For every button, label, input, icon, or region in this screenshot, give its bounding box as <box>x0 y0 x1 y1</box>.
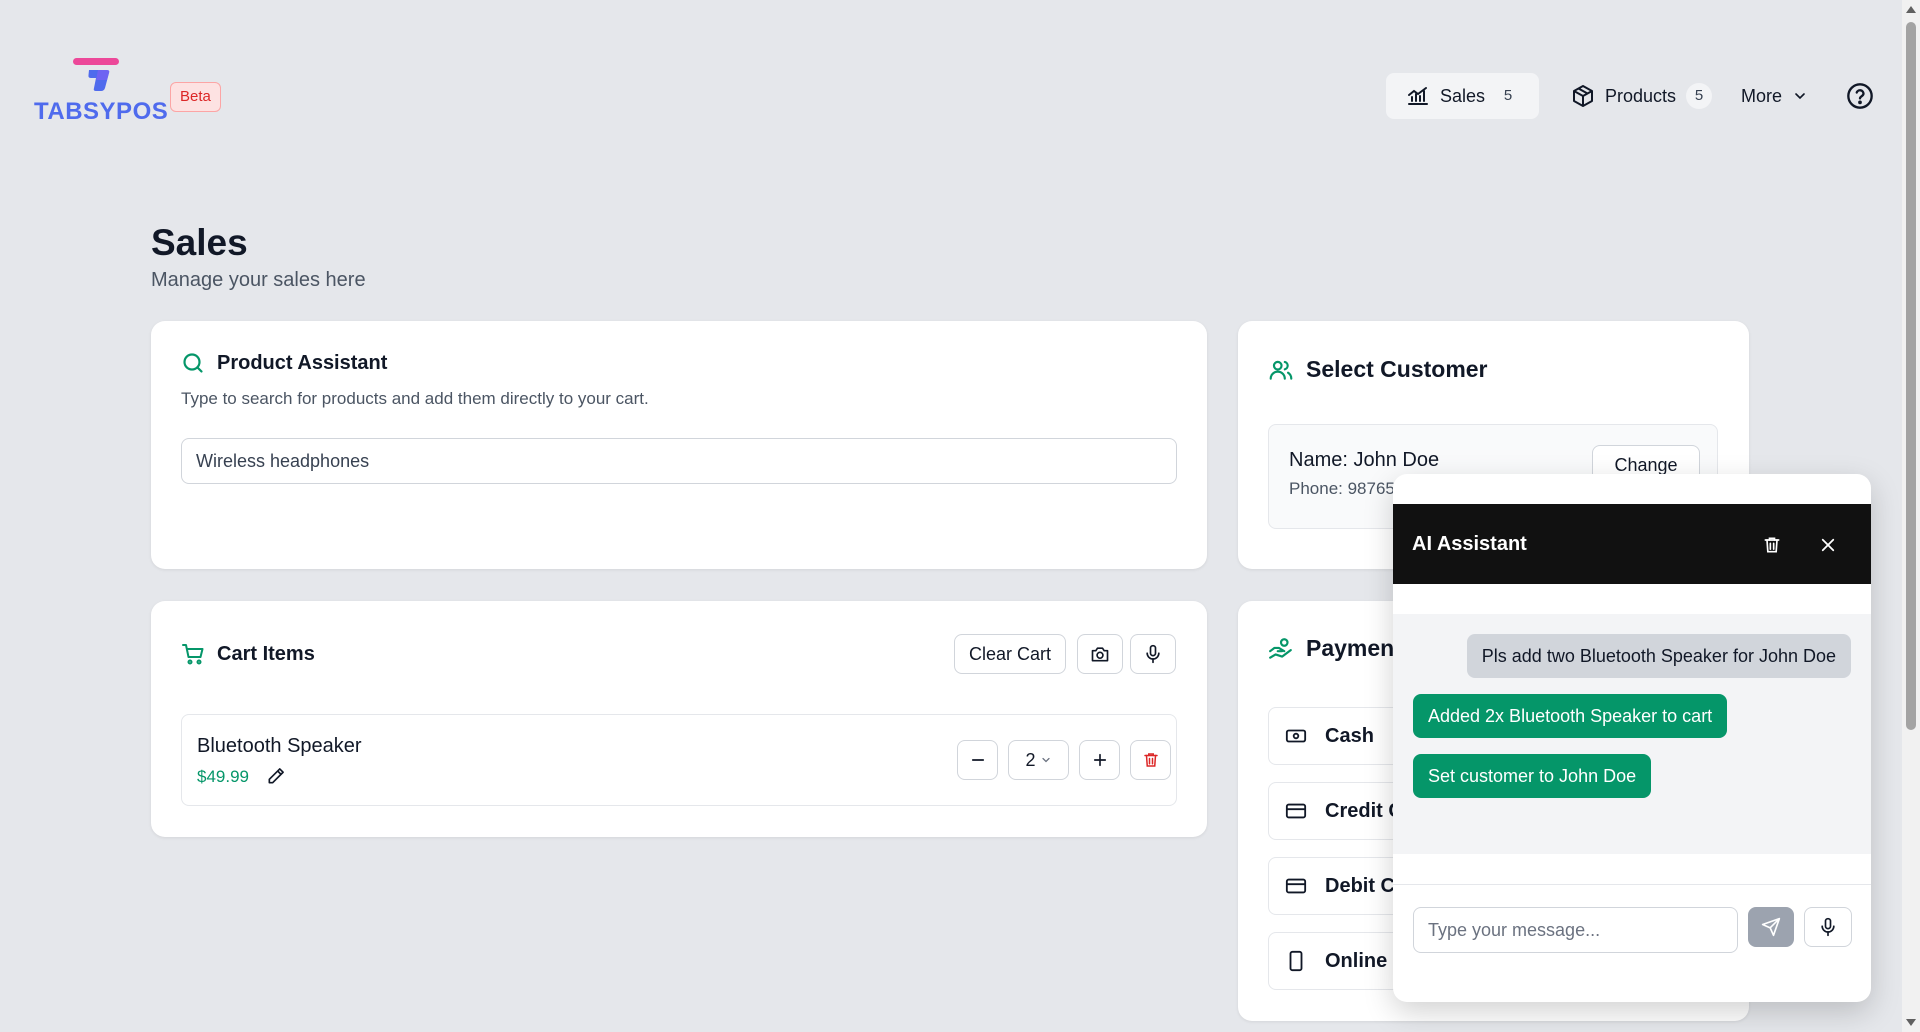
payment-option-label: Online <box>1325 949 1388 972</box>
decrease-quantity-button[interactable] <box>957 740 998 780</box>
customer-name: Name: John Doe <box>1289 449 1440 471</box>
clear-cart-button[interactable]: Clear Cart <box>954 634 1066 674</box>
nav-sales-count: 5 <box>1503 87 1513 104</box>
nav-sales-button[interactable]: Sales 5 <box>1386 73 1539 119</box>
customer-header: Select Customer <box>1268 356 1488 383</box>
nav-sales-label: Sales <box>1440 85 1486 106</box>
chevron-down-icon <box>1040 754 1052 766</box>
logo-mark-icon <box>73 58 119 91</box>
users-icon <box>1268 357 1294 383</box>
minus-icon <box>969 751 987 769</box>
package-icon <box>1571 84 1595 108</box>
scrollbar-thumb[interactable] <box>1906 22 1916 730</box>
help-icon[interactable] <box>1846 82 1874 110</box>
product-assistant-header: Product Assistant <box>181 351 387 375</box>
nav-products-label: Products <box>1605 85 1677 106</box>
close-icon[interactable] <box>1815 532 1841 558</box>
brand-name: TABSYPOS <box>34 98 169 125</box>
cart-title: Cart Items <box>217 642 315 665</box>
scroll-up-arrow-icon[interactable] <box>1906 6 1916 13</box>
tabsypos-logo[interactable]: TABSYPOS <box>34 56 168 126</box>
scroll-down-arrow-icon[interactable] <box>1906 1019 1916 1026</box>
product-assistant-title: Product Assistant <box>217 351 388 374</box>
nav-more-label: More <box>1741 85 1783 106</box>
page-scrollbar[interactable] <box>1902 0 1920 1032</box>
quantity-select[interactable]: 2 <box>1008 740 1069 780</box>
customer-title: Select Customer <box>1306 356 1488 382</box>
page-subtitle: Manage your sales here <box>151 269 366 291</box>
cart-header: Cart Items <box>181 642 315 666</box>
cart-item-name: Bluetooth Speaker <box>197 735 362 757</box>
shopping-cart-icon <box>181 642 205 666</box>
credit-card-icon <box>1285 800 1307 822</box>
microphone-icon <box>1818 917 1838 937</box>
nav-products-count: 5 <box>1686 83 1713 109</box>
hand-coins-icon <box>1268 636 1294 662</box>
clear-chat-trash-icon[interactable] <box>1759 532 1785 558</box>
ai-assistant-title: AI Assistant <box>1412 532 1527 555</box>
banknote-icon <box>1285 725 1307 747</box>
payment-option-label: Cash <box>1325 724 1374 747</box>
ai-assistant-header: AI Assistant <box>1393 504 1871 584</box>
ai-voice-input-button[interactable] <box>1804 907 1852 947</box>
chevron-down-icon <box>1792 88 1808 104</box>
sales-chart-icon <box>1406 84 1430 108</box>
cart-card: Cart Items Clear Cart Bluetooth Speaker … <box>151 601 1207 837</box>
camera-icon <box>1090 644 1110 664</box>
microphone-icon <box>1143 644 1163 664</box>
ai-chat-messages: Pls add two Bluetooth Speaker for John D… <box>1393 614 1871 854</box>
send-message-button[interactable] <box>1748 907 1794 947</box>
search-icon <box>181 351 205 375</box>
product-search-input[interactable] <box>181 438 1177 484</box>
nav-products-button[interactable]: Products 5 <box>1551 73 1713 119</box>
increase-quantity-button[interactable] <box>1079 740 1120 780</box>
cart-item-price: $49.99 <box>197 767 249 786</box>
beta-badge: Beta <box>170 82 221 112</box>
cart-item-row: Bluetooth Speaker $49.99 2 <box>181 714 1177 806</box>
payment-option-label: Credit C <box>1325 799 1403 822</box>
quantity-value: 2 <box>1025 749 1036 770</box>
remove-item-button[interactable] <box>1130 740 1171 780</box>
ai-divider <box>1393 884 1871 885</box>
payment-title: Payment <box>1306 635 1402 661</box>
payment-header: Payment <box>1268 635 1402 662</box>
smartphone-icon <box>1285 950 1307 972</box>
assistant-message: Added 2x Bluetooth Speaker to cart <box>1413 694 1728 738</box>
send-icon <box>1761 917 1781 937</box>
camera-button[interactable] <box>1077 634 1123 674</box>
page-title: Sales <box>151 222 248 263</box>
user-message: Pls add two Bluetooth Speaker for John D… <box>1466 634 1851 678</box>
ai-message-input[interactable] <box>1413 907 1738 953</box>
trash-icon <box>1142 751 1160 769</box>
product-assistant-description: Type to search for products and add them… <box>181 389 649 408</box>
nav-more-button[interactable]: More <box>1721 73 1831 119</box>
ai-assistant-panel: AI Assistant Pls add two Bluetooth Speak… <box>1393 474 1871 1002</box>
edit-price-pencil-icon[interactable] <box>266 766 288 788</box>
plus-icon <box>1091 751 1109 769</box>
voice-input-button[interactable] <box>1130 634 1176 674</box>
assistant-message: Set customer to John Doe <box>1413 754 1652 798</box>
customer-phone: Phone: 98765 <box>1289 479 1395 498</box>
credit-card-icon <box>1285 875 1307 897</box>
product-assistant-card: Product Assistant Type to search for pro… <box>151 321 1207 569</box>
